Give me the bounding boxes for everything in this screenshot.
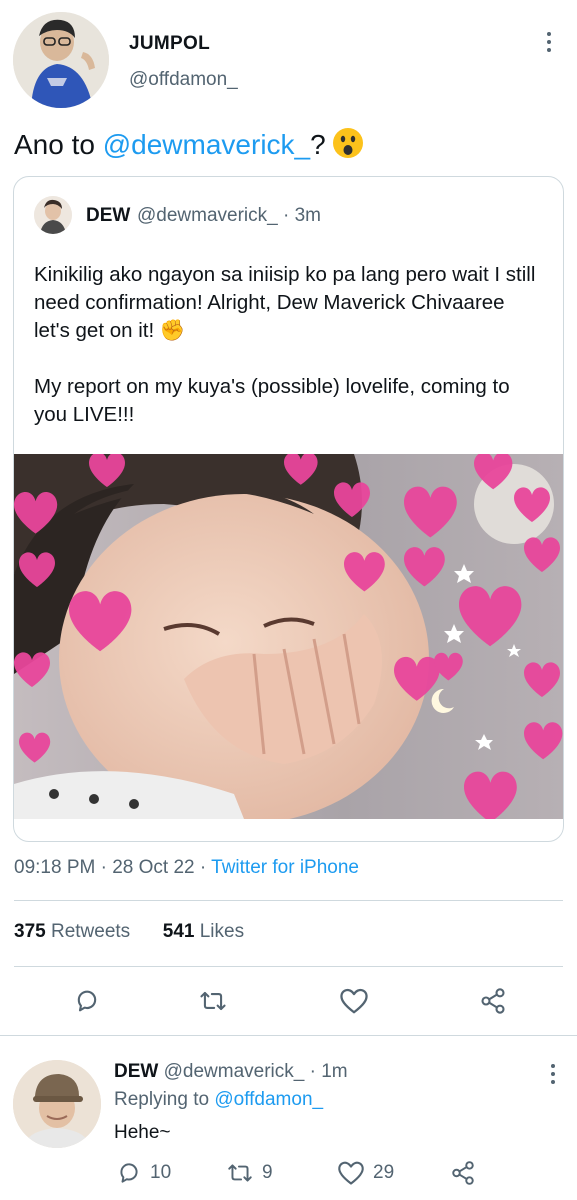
share-button[interactable] — [477, 985, 509, 1017]
quoted-paragraph-1: Kinikilig ako ngayon sa iniisip ko pa la… — [34, 263, 536, 342]
reply-retweet-count: 9 — [262, 1162, 273, 1183]
quoted-author-avatar[interactable] — [34, 196, 72, 234]
mention-link[interactable]: @dewmaverick_ — [103, 129, 310, 160]
reply-button[interactable] — [71, 985, 103, 1017]
heart-icon — [338, 1161, 364, 1185]
reply-like-button[interactable]: 29 — [337, 1160, 394, 1186]
retweet-icon — [200, 991, 226, 1011]
divider — [14, 900, 563, 901]
tweet-text-prefix: Ano to — [14, 129, 103, 160]
quoted-author-name[interactable]: DEW — [86, 205, 130, 227]
likes-stat[interactable]: 541 Likes — [163, 921, 244, 942]
like-button[interactable] — [338, 985, 370, 1017]
share-icon — [481, 988, 505, 1014]
surprised-face-icon — [332, 127, 364, 169]
reply-icon — [77, 990, 97, 1012]
quoted-tweet-text: Kinikilig ako ngayon sa iniisip ko pa la… — [34, 261, 544, 429]
tweet-stats: 375 Retweets 541 Likes — [14, 921, 244, 943]
quoted-tweet-card[interactable]: DEW @dewmaverick_ · 3m Kinikilig ako nga… — [13, 176, 564, 842]
quoted-author-handle[interactable]: @dewmaverick_ · 3m — [137, 205, 321, 227]
divider — [0, 1035, 577, 1036]
source-link[interactable]: Twitter for iPhone — [211, 857, 359, 878]
more-vertical-icon[interactable] — [549, 1064, 557, 1084]
replying-to-link[interactable]: @offdamon_ — [214, 1089, 323, 1110]
reply-share-button[interactable] — [450, 1160, 476, 1186]
tweet-text: Ano to @dewmaverick_? — [14, 126, 364, 169]
tweet-text-suffix: ? — [310, 129, 326, 160]
replying-to: Replying to @offdamon_ — [114, 1089, 323, 1111]
reply-like-count: 29 — [373, 1162, 395, 1183]
reply-reply-button[interactable]: 10 — [116, 1160, 171, 1186]
share-icon — [452, 1161, 474, 1185]
reply-header: DEW @dewmaverick_ · 1m — [114, 1061, 348, 1083]
likes-count: 541 — [162, 921, 195, 942]
tweet-timestamp: 09:18 PM · 28 Oct 22 · Twitter for iPhon… — [14, 857, 359, 879]
more-vertical-icon[interactable] — [545, 32, 553, 52]
replying-to-label: Replying to — [114, 1089, 215, 1110]
author-avatar[interactable] — [13, 12, 109, 108]
reply-retweet-button[interactable]: 9 — [226, 1160, 273, 1186]
author-handle[interactable]: @offdamon_ — [129, 69, 238, 91]
retweet-icon — [228, 1164, 252, 1182]
likes-label: Likes — [194, 921, 245, 942]
retweets-stat[interactable]: 375 Retweets — [14, 921, 130, 942]
retweets-count: 375 — [14, 921, 46, 942]
heart-icon — [340, 988, 368, 1014]
reply-author-handle[interactable]: @dewmaverick_ · 1m — [158, 1061, 348, 1082]
reply-icon — [120, 1163, 138, 1183]
retweet-button[interactable] — [197, 985, 229, 1017]
retweets-label: Retweets — [45, 921, 131, 942]
quoted-paragraph-2: My report on my kuya's (possible) loveli… — [34, 375, 510, 426]
divider — [14, 966, 563, 967]
author-display-name[interactable]: JUMPOL — [129, 33, 210, 55]
reply-reply-count: 10 — [150, 1162, 172, 1183]
timestamp-text: 09:18 PM · 28 Oct 22 · — [14, 857, 212, 878]
reply-author-avatar[interactable] — [13, 1060, 101, 1148]
reply-text: Hehe~ — [114, 1122, 171, 1143]
reply-author-name[interactable]: DEW — [114, 1061, 158, 1082]
quoted-tweet-image[interactable] — [14, 452, 563, 824]
